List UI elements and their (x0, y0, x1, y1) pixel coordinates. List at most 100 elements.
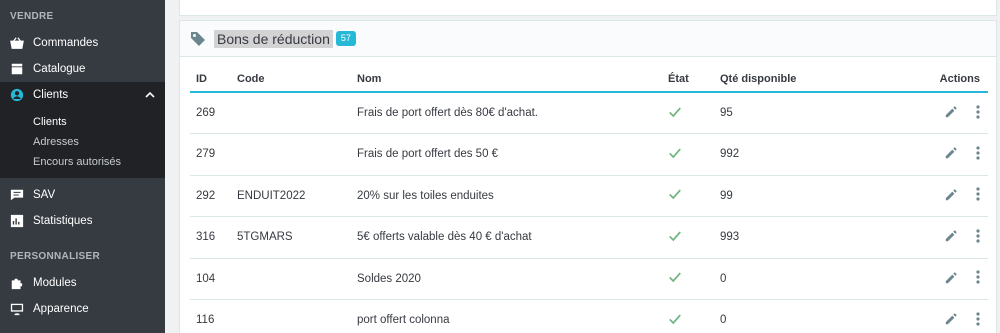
sidebar-item-label: Clients (33, 89, 69, 101)
cell-actions (920, 258, 988, 300)
sidebar-item-label: Catalogue (33, 63, 86, 75)
cell-qte: 0 (720, 299, 920, 333)
count-badge: 57 (335, 31, 356, 46)
bar-chart-icon (10, 214, 24, 228)
sidebar-item-sav[interactable]: SAV (0, 182, 165, 208)
basket-icon (10, 36, 24, 50)
table-row[interactable]: 104 Soldes 2020 0 (190, 258, 988, 300)
cell-code: ENDUIT2022 (237, 175, 357, 217)
sidebar-submenu-clients: Clients Adresses Encours autorisés (0, 108, 165, 178)
cell-id: 292 (190, 175, 237, 217)
cell-qte: 992 (720, 133, 920, 176)
table-row[interactable]: 292 ENDUIT2022 20% sur les toiles enduit… (190, 175, 988, 217)
monitor-icon (10, 302, 24, 316)
more-options-icon[interactable] (976, 104, 980, 122)
cell-code (237, 299, 357, 333)
cell-actions (920, 175, 988, 217)
edit-pencil-icon[interactable] (945, 105, 958, 121)
cell-etat (668, 299, 720, 333)
cell-qte: 0 (720, 258, 920, 300)
cell-etat (668, 258, 720, 300)
cell-qte: 99 (720, 175, 920, 217)
cell-id: 104 (190, 258, 237, 300)
table-row[interactable]: 279 Frais de port offert des 50 € 992 (190, 133, 988, 176)
vouchers-card: Bons de réduction 57 ID Code Nom État Qt… (179, 20, 997, 333)
more-options-icon[interactable] (976, 270, 980, 287)
sidebar-section-sell: VENDRE (10, 11, 54, 22)
check-icon[interactable] (668, 106, 682, 122)
cell-code (237, 133, 357, 176)
store-icon (10, 62, 24, 76)
sidebar-item-label: SAV (33, 189, 56, 201)
check-icon[interactable] (668, 231, 682, 246)
sidebar-section-customize: PERSONNALISER (10, 251, 101, 262)
sidebar-item-statistiques[interactable]: Statistiques (0, 208, 165, 234)
cell-id: 279 (190, 133, 237, 176)
more-options-icon[interactable] (976, 146, 980, 163)
sidebar-subitem-adresses[interactable]: Adresses (0, 132, 165, 152)
chat-icon (10, 188, 24, 202)
vouchers-table: ID Code Nom État Qté disponible Actions … (190, 67, 988, 333)
edit-pencil-icon[interactable] (945, 271, 958, 287)
cell-etat (668, 133, 720, 176)
sidebar-item-label: Commandes (33, 37, 99, 49)
cell-code: 5TGMARS (237, 216, 357, 259)
tag-icon (190, 31, 206, 47)
more-options-icon[interactable] (976, 187, 980, 204)
table-row[interactable]: 316 5TGMARS 5€ offerts valable dès 40 € … (190, 216, 988, 259)
check-icon[interactable] (668, 314, 682, 329)
cell-nom: 5€ offerts valable dès 40 € d'achat (357, 216, 668, 259)
column-header-nom[interactable]: Nom (357, 67, 668, 93)
cell-id: 116 (190, 299, 237, 333)
more-options-icon[interactable] (976, 312, 980, 329)
sidebar: VENDRE Commandes Catalogue Clients Clien… (0, 0, 165, 333)
cell-actions (920, 216, 988, 259)
card-title: Bons de réduction (214, 29, 333, 48)
column-header-id[interactable]: ID (190, 67, 237, 93)
edit-pencil-icon[interactable] (945, 188, 958, 204)
column-header-qte[interactable]: Qté disponible (720, 67, 920, 93)
table-header-row: ID Code Nom État Qté disponible Actions (190, 67, 988, 93)
cell-code (237, 92, 357, 134)
sidebar-item-commandes[interactable]: Commandes (0, 30, 165, 56)
cell-actions (920, 299, 988, 333)
check-icon[interactable] (668, 148, 682, 163)
cell-nom: port offert colonna (357, 299, 668, 333)
cell-nom: Soldes 2020 (357, 258, 668, 300)
chevron-up-icon[interactable] (145, 90, 155, 100)
sidebar-item-clients[interactable]: Clients (0, 82, 165, 108)
main-content: Bons de réduction 57 ID Code Nom État Qt… (165, 0, 1000, 333)
more-options-icon[interactable] (976, 229, 980, 246)
edit-pencil-icon[interactable] (945, 229, 958, 245)
edit-pencil-icon[interactable] (945, 312, 958, 328)
cell-id: 269 (190, 92, 237, 134)
table-row[interactable]: 116 port offert colonna 0 (190, 299, 988, 333)
check-icon[interactable] (668, 189, 682, 204)
sidebar-item-label: Modules (33, 277, 77, 289)
sidebar-item-apparence[interactable]: Apparence (0, 296, 165, 322)
sidebar-item-label: Apparence (33, 303, 89, 315)
cell-actions (920, 92, 988, 134)
cell-nom: 20% sur les toiles enduites (357, 175, 668, 217)
column-header-code[interactable]: Code (237, 67, 357, 93)
cell-nom: Frais de port offert des 50 € (357, 133, 668, 176)
card-header: Bons de réduction 57 (180, 21, 996, 57)
column-header-actions: Actions (920, 67, 988, 93)
sidebar-subitem-encours[interactable]: Encours autorisés (0, 152, 165, 172)
cell-etat (668, 92, 720, 134)
column-header-etat[interactable]: État (668, 67, 720, 93)
cell-nom: Frais de port offert dès 80€ d'achat. (357, 92, 668, 134)
check-icon[interactable] (668, 272, 682, 287)
edit-pencil-icon[interactable] (945, 146, 958, 162)
puzzle-icon (10, 276, 24, 290)
cell-qte: 993 (720, 216, 920, 259)
previous-panel (179, 0, 997, 16)
user-circle-icon (10, 88, 24, 102)
cell-actions (920, 133, 988, 176)
cell-etat (668, 175, 720, 217)
sidebar-item-modules[interactable]: Modules (0, 270, 165, 296)
table-row[interactable]: 269 Frais de port offert dès 80€ d'achat… (190, 92, 988, 134)
sidebar-item-label: Statistiques (33, 215, 93, 227)
sidebar-subitem-clients[interactable]: Clients (0, 112, 165, 132)
sidebar-item-catalogue[interactable]: Catalogue (0, 56, 165, 82)
